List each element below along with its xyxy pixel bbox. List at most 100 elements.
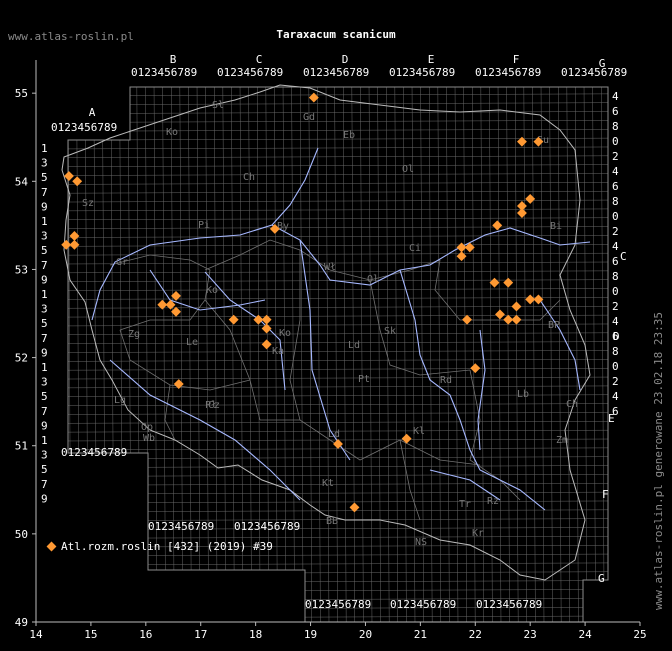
grid-line (437, 87, 442, 622)
x-tick-label: 18 (249, 628, 262, 641)
grid-line (68, 137, 608, 141)
region-label: NS (415, 537, 427, 548)
x-tick-label: 22 (469, 628, 482, 641)
legend: Atl.rozm.roslin [432] (2019) #39 (46, 540, 273, 553)
x-tick-label: 16 (139, 628, 152, 641)
grid-digit: 4 (612, 390, 619, 403)
observation-marker (525, 193, 536, 204)
region-border (434, 259, 561, 321)
region-label: Pt (358, 374, 370, 385)
grid-digit: 7 (41, 259, 48, 272)
observation-marker (462, 314, 472, 325)
grid-digit: 0 (612, 360, 619, 373)
region-label: Bi (550, 221, 562, 232)
region-border (399, 439, 421, 521)
grid-digit: 0 (612, 285, 619, 298)
grid-digit: 9 (41, 200, 48, 213)
region-label: Gd (303, 112, 315, 123)
grid-line (549, 87, 553, 622)
grid-line (360, 87, 364, 622)
grid-line (428, 87, 433, 622)
observation-marker (495, 309, 505, 320)
distribution-map: SłGdEbKoChOlPi BySuBiCiOlWłSzGrKoKo SkLdZg… (15, 53, 647, 641)
x-tick-label: 14 (29, 628, 43, 641)
grid-digit: 5 (41, 463, 48, 476)
region-label: Pł (205, 400, 217, 411)
grid-digits: 0123456789 (305, 598, 371, 611)
region-label: Wb (143, 433, 155, 444)
grid-digit: 1 (41, 215, 48, 228)
grid-digit: 2 (612, 150, 619, 163)
grid-line (68, 359, 608, 362)
grid-digit: 3 (41, 376, 48, 389)
grid-digit: 9 (41, 273, 48, 286)
grid-line (592, 87, 596, 622)
region-label: Rd (440, 375, 452, 386)
grid-line (68, 376, 608, 380)
grid-digits: 0123456789 (148, 520, 214, 533)
grid-line (68, 111, 608, 114)
grid-line (68, 527, 608, 530)
grid-digits: 0123456789 (303, 66, 369, 79)
grid-digits: 0123456789 (234, 520, 300, 533)
grid-digit: 1 (41, 361, 48, 374)
grid-line (68, 474, 608, 477)
region-label: Ka (272, 346, 284, 357)
grid-line (68, 465, 608, 468)
grid-line (68, 536, 608, 539)
river (477, 329, 486, 451)
observation-marker (503, 277, 514, 288)
observation-marker (456, 251, 467, 262)
grid-line (291, 87, 295, 622)
grid-line (600, 87, 605, 622)
observation-marker (511, 301, 522, 312)
grid-line (68, 208, 608, 212)
grid-line (523, 87, 528, 622)
region-label: Op (141, 422, 153, 433)
region-label: BB (326, 516, 338, 527)
grid-digit: 6 (612, 105, 619, 118)
grid-digit: 7 (41, 332, 48, 345)
grid-line (68, 306, 608, 309)
region-border (469, 369, 521, 501)
grid-line (540, 87, 545, 622)
grid-line (463, 87, 467, 622)
grid-digit: 7 (41, 186, 48, 199)
observation-marker (489, 277, 500, 288)
region-label: Ld (348, 340, 360, 351)
region-label: By (277, 221, 289, 232)
grid-letter: F (513, 53, 520, 66)
grid-line (68, 102, 608, 105)
grid-letter: E (608, 412, 615, 425)
grid-line (68, 155, 608, 159)
region-label: Sł (212, 100, 224, 111)
grid-line (317, 87, 321, 622)
region-label: Pi (198, 220, 210, 231)
grid-line (514, 87, 519, 622)
grid-line (557, 87, 562, 622)
grid-digit: 8 (612, 270, 619, 283)
grid-digit: 9 (41, 492, 48, 505)
grid-letter: F (602, 488, 609, 501)
legend-label: Atl.rozm.roslin [432] (2019) #39 (61, 540, 273, 553)
grid-line (403, 87, 407, 622)
grid-digit: 5 (41, 244, 48, 257)
grid-line (68, 146, 608, 150)
grid-digit: 3 (41, 449, 48, 462)
grid-line (377, 87, 381, 622)
grid-line (489, 87, 493, 622)
region-label: Ch (243, 172, 255, 183)
region-label: Ko (166, 127, 178, 138)
grid-digits: 0123456789 (390, 598, 456, 611)
region-label: BP (548, 320, 560, 331)
grid-line (68, 314, 608, 318)
grid-letter: G (598, 572, 605, 585)
grid-line (68, 350, 608, 353)
observation-marker (72, 176, 83, 187)
generated-note: www.atlas-roslin.pl generowane 23.02.18 … (652, 311, 665, 610)
region-label: Ko (279, 328, 291, 339)
grid-line (334, 87, 338, 622)
grid-digit: 3 (41, 230, 48, 243)
grid-digit: 8 (612, 120, 619, 133)
x-tick-label: 19 (304, 628, 317, 641)
